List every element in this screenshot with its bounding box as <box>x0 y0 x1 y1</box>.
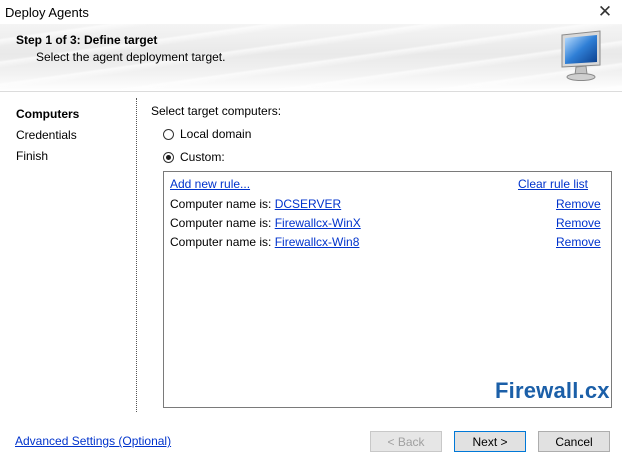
back-button[interactable]: < Back <box>370 431 442 452</box>
remove-rule-button[interactable]: Remove <box>556 235 601 249</box>
step-subtitle: Select the agent deployment target. <box>36 50 226 64</box>
add-rule-link[interactable]: Add new rule... <box>170 177 250 191</box>
rule-prefix: Computer name is: <box>170 235 272 249</box>
close-icon[interactable]: ✕ <box>594 0 616 24</box>
step-title: Step 1 of 3: Define target <box>16 33 158 47</box>
remove-rule-button[interactable]: Remove <box>556 216 601 230</box>
window-title: Deploy Agents <box>5 5 89 20</box>
rule-prefix: Computer name is: <box>170 216 272 230</box>
rule-list-box: Add new rule... Clear rule list Computer… <box>163 171 612 408</box>
custom-radio[interactable]: Custom: <box>163 150 225 164</box>
custom-label: Custom: <box>180 150 225 164</box>
rule-value-link[interactable]: Firewallcx-WinX <box>275 216 361 230</box>
rule-item: Computer name is: DCSERVER <box>170 197 341 211</box>
radio-unchecked-icon[interactable] <box>163 128 174 140</box>
advanced-settings-link[interactable]: Advanced Settings (Optional) <box>15 434 171 448</box>
rule-item: Computer name is: Firewallcx-Win8 <box>170 235 359 249</box>
nav-item-finish[interactable]: Finish <box>16 149 48 163</box>
wizard-nav: Computers Credentials Finish <box>0 92 136 412</box>
nav-item-computers[interactable]: Computers <box>16 107 79 121</box>
local-domain-radio[interactable]: Local domain <box>163 127 251 141</box>
nav-item-credentials[interactable]: Credentials <box>16 128 77 142</box>
nav-divider <box>136 98 137 412</box>
title-bar: Deploy Agents ✕ <box>0 0 622 24</box>
local-domain-label: Local domain <box>180 127 252 141</box>
radio-checked-icon[interactable] <box>163 151 174 163</box>
firewall-cx-watermark: Firewall.cx <box>495 378 610 403</box>
wizard-header: Step 1 of 3: Define target Select the ag… <box>0 24 622 91</box>
monitor-icon <box>561 30 601 81</box>
rule-value-link[interactable]: Firewallcx-Win8 <box>275 235 360 249</box>
rule-item: Computer name is: Firewallcx-WinX <box>170 216 361 230</box>
cancel-button[interactable]: Cancel <box>538 431 610 452</box>
next-button[interactable]: Next > <box>454 431 526 452</box>
remove-rule-button[interactable]: Remove <box>556 197 601 211</box>
clear-rule-list-link[interactable]: Clear rule list <box>518 177 588 191</box>
rule-prefix: Computer name is: <box>170 197 272 211</box>
rule-value-link[interactable]: DCSERVER <box>275 197 341 211</box>
target-computers-label: Select target computers: <box>151 104 282 118</box>
